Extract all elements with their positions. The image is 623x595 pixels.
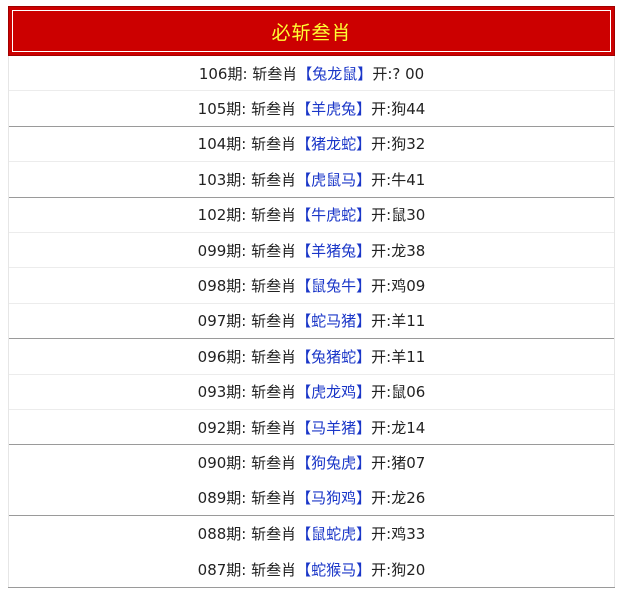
row-result: 开:狗44 — [371, 100, 426, 119]
row-result: 开:羊11 — [371, 312, 426, 331]
row-result: 开:牛41 — [371, 170, 426, 189]
row-pick: 【牛虎蛇】 — [296, 206, 372, 225]
row-pick: 【虎龙鸡】 — [296, 383, 372, 402]
panel-header: 必斩叁肖 — [8, 6, 615, 56]
row-pick: 【鼠兔牛】 — [296, 277, 372, 296]
row-result: 开:鸡09 — [371, 277, 426, 296]
list-row: 087期: 斩叁肖 【蛇猴马】 开:狗20 — [9, 551, 614, 586]
list-row: 103期: 斩叁肖 【虎鼠马】 开:牛41 — [9, 162, 614, 198]
list-row: 096期: 斩叁肖 【兔猪蛇】 开:羊11 — [9, 339, 614, 375]
row-period: 090期: — [197, 454, 247, 473]
list-row: 090期: 斩叁肖 【狗兔虎】 开:猪07 — [9, 445, 614, 480]
row-period: 093期: — [197, 383, 247, 402]
row-period: 099期: — [197, 241, 247, 260]
row-label: 斩叁肖 — [251, 277, 297, 296]
list-row: 092期: 斩叁肖 【马羊猪】 开:龙14 — [9, 410, 614, 446]
row-pick: 【兔龙鼠】 — [297, 64, 373, 83]
list-row: 093期: 斩叁肖 【虎龙鸡】 开:鼠06 — [9, 375, 614, 410]
row-result: 开:龙14 — [371, 418, 426, 437]
row-result: 开:龙38 — [371, 241, 426, 260]
row-result: 开:猪07 — [371, 454, 426, 473]
list-row: 098期: 斩叁肖 【鼠兔牛】 开:鸡09 — [9, 268, 614, 304]
row-label: 斩叁肖 — [251, 100, 297, 119]
row-pick: 【羊猪兔】 — [296, 241, 372, 260]
row-result: 开:鸡33 — [371, 525, 426, 544]
row-period: 096期: — [197, 347, 247, 366]
row-pick: 【蛇马猪】 — [296, 312, 372, 331]
row-period: 097期: — [197, 312, 247, 331]
panel-header-frame: 必斩叁肖 — [12, 10, 611, 52]
row-label: 斩叁肖 — [251, 312, 297, 331]
prediction-panel: 必斩叁肖 106期: 斩叁肖 【兔龙鼠】 开:? 00 105期: 斩叁肖 【羊虎兔】… — [8, 6, 615, 587]
row-label: 斩叁肖 — [251, 383, 297, 402]
row-label: 斩叁肖 — [251, 560, 297, 579]
row-period: 087期: — [197, 560, 247, 579]
row-result: 开:? 00 — [372, 64, 425, 83]
row-pick: 【蛇猴马】 — [296, 560, 372, 579]
row-period: 105期: — [197, 100, 247, 119]
row-result: 开:狗32 — [371, 135, 426, 154]
list-row: 089期: 斩叁肖 【马狗鸡】 开:龙26 — [9, 481, 614, 517]
row-label: 斩叁肖 — [251, 241, 297, 260]
list-row: 097期: 斩叁肖 【蛇马猪】 开:羊11 — [9, 304, 614, 340]
row-pick: 【猪龙蛇】 — [296, 135, 372, 154]
row-label: 斩叁肖 — [251, 454, 297, 473]
list-row: 102期: 斩叁肖 【牛虎蛇】 开:鼠30 — [9, 198, 614, 233]
row-pick: 【马狗鸡】 — [296, 489, 372, 508]
panel-title: 必斩叁肖 — [271, 21, 352, 44]
list-row: 105期: 斩叁肖 【羊虎兔】 开:狗44 — [9, 91, 614, 127]
row-label: 斩叁肖 — [251, 206, 297, 225]
row-pick: 【羊虎兔】 — [296, 100, 372, 119]
prediction-list: 106期: 斩叁肖 【兔龙鼠】 开:? 00 105期: 斩叁肖 【羊虎兔】 开:狗44… — [8, 56, 615, 587]
row-result: 开:羊11 — [371, 347, 426, 366]
row-pick: 【鼠蛇虎】 — [296, 525, 372, 544]
row-label: 斩叁肖 — [251, 170, 297, 189]
list-row: 104期: 斩叁肖 【猪龙蛇】 开:狗32 — [9, 127, 614, 163]
row-period: 089期: — [197, 489, 247, 508]
row-label: 斩叁肖 — [251, 525, 297, 544]
row-label: 斩叁肖 — [251, 489, 297, 508]
row-result: 开:狗20 — [371, 560, 426, 579]
list-row: 088期: 斩叁肖 【鼠蛇虎】 开:鸡33 — [9, 516, 614, 551]
row-pick: 【马羊猪】 — [296, 418, 372, 437]
row-period: 103期: — [197, 170, 247, 189]
list-row: 106期: 斩叁肖 【兔龙鼠】 开:? 00 — [9, 56, 614, 92]
row-period: 088期: — [197, 525, 247, 544]
row-label: 斩叁肖 — [252, 64, 298, 83]
row-label: 斩叁肖 — [251, 418, 297, 437]
row-period: 098期: — [197, 277, 247, 296]
row-result: 开:龙26 — [371, 489, 426, 508]
row-period: 106期: — [198, 64, 248, 83]
row-pick: 【兔猪蛇】 — [296, 347, 372, 366]
row-period: 104期: — [197, 135, 247, 154]
row-period: 092期: — [197, 418, 247, 437]
row-period: 102期: — [197, 206, 247, 225]
row-pick: 【虎鼠马】 — [296, 170, 372, 189]
row-label: 斩叁肖 — [251, 347, 297, 366]
row-label: 斩叁肖 — [251, 135, 297, 154]
row-result: 开:鼠30 — [371, 206, 426, 225]
list-row: 099期: 斩叁肖 【羊猪兔】 开:龙38 — [9, 233, 614, 269]
row-result: 开:鼠06 — [371, 383, 426, 402]
row-pick: 【狗兔虎】 — [296, 454, 372, 473]
